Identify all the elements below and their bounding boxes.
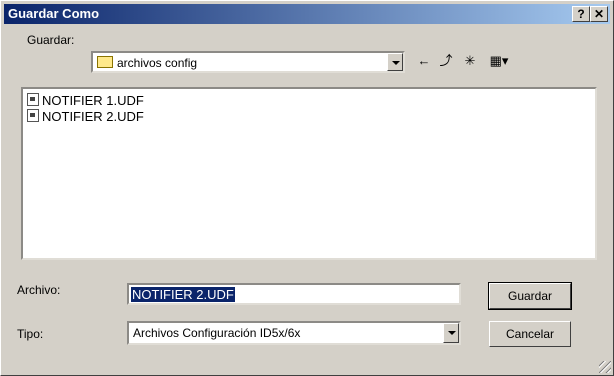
location-dropdown[interactable]: archivos config: [91, 51, 405, 73]
close-button[interactable]: ✕: [590, 6, 608, 22]
file-list[interactable]: NOTIFIER 1.UDF NOTIFIER 2.UDF: [21, 87, 597, 260]
window-title: Guardar Como: [8, 6, 100, 21]
filetype-value: Archivos Configuración ID5x/6x: [133, 326, 301, 340]
location-value: archivos config: [117, 56, 198, 70]
save-as-dialog: Guardar Como ? ✕ Guardar: archivos confi…: [0, 0, 614, 376]
filetype-label: Tipo:: [17, 327, 44, 341]
save-button[interactable]: Guardar: [488, 282, 572, 310]
cancel-button[interactable]: Cancelar: [489, 321, 571, 347]
folder-icon: [97, 56, 113, 68]
up-folder-icon[interactable]: ⤴: [437, 53, 455, 69]
title-bar[interactable]: Guardar Como ? ✕: [4, 4, 610, 24]
filetype-dropdown[interactable]: Archivos Configuración ID5x/6x: [127, 321, 461, 345]
filename-label: Archivo:: [17, 283, 61, 297]
file-icon: [27, 93, 39, 106]
chevron-down-icon[interactable]: [387, 53, 403, 71]
resize-grip[interactable]: [599, 361, 611, 373]
list-item[interactable]: NOTIFIER 2.UDF: [27, 109, 144, 125]
chevron-down-icon[interactable]: [443, 323, 459, 343]
new-folder-icon[interactable]: ✳: [461, 53, 479, 69]
back-icon[interactable]: ←: [415, 53, 433, 69]
help-button[interactable]: ?: [572, 6, 590, 22]
view-menu-icon[interactable]: ▦▾: [487, 53, 511, 69]
filename-value: NOTIFIER 2.UDF: [131, 287, 235, 302]
filename-input[interactable]: NOTIFIER 2.UDF: [127, 283, 461, 305]
file-icon: [27, 109, 39, 122]
list-item[interactable]: NOTIFIER 1.UDF: [27, 93, 144, 109]
location-label: Guardar:: [27, 33, 75, 47]
